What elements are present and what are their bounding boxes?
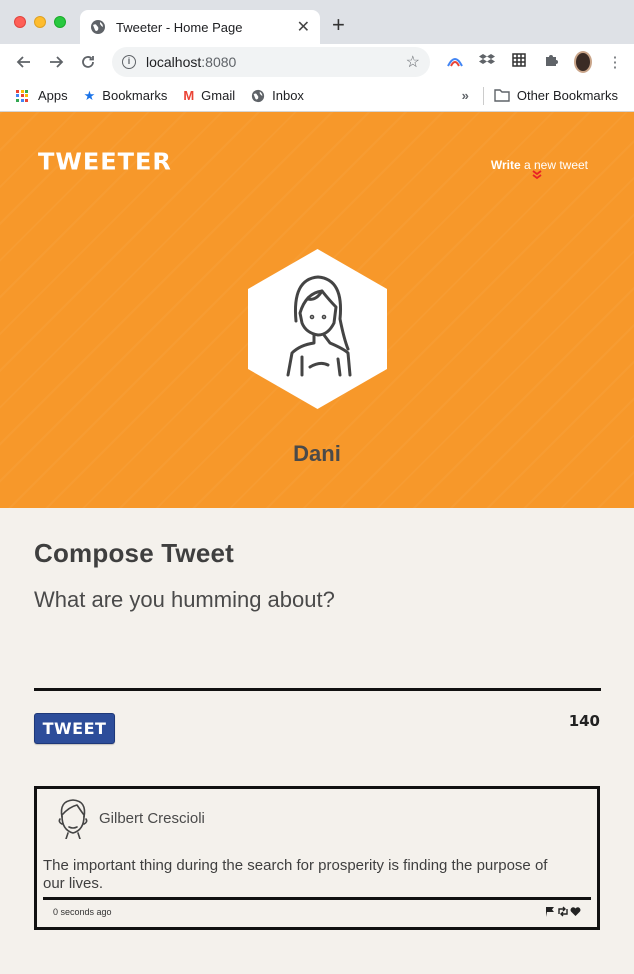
extensions-area: ⋮: [446, 51, 624, 73]
bookmark-label: Inbox: [272, 88, 304, 103]
folder-icon: [494, 89, 510, 102]
user-avatar: [58, 799, 88, 839]
info-icon[interactable]: i: [122, 55, 136, 69]
other-bookmarks-label: Other Bookmarks: [516, 88, 618, 103]
globe-icon: [252, 89, 265, 102]
address-bar[interactable]: i localhost:8080 ☆: [112, 47, 430, 77]
profile-avatar[interactable]: [574, 51, 592, 73]
tweet-textarea[interactable]: [34, 587, 601, 691]
flag-icon[interactable]: [545, 906, 556, 917]
tweet-actions: [545, 906, 581, 917]
bookmarks-right: » Other Bookmarks: [462, 86, 618, 105]
write-new-tweet-link[interactable]: Write a new tweet: [490, 158, 588, 180]
character-counter: 140: [568, 711, 600, 730]
app-logo[interactable]: TWEETER: [38, 149, 172, 176]
bookmarks-bar: Apps ★ Bookmarks M Gmail Inbox » Other B…: [0, 80, 634, 112]
hero-header: TWEETER Write a new tweet Dani: [0, 112, 634, 508]
minimize-window-button[interactable]: [34, 16, 46, 28]
bookmark-label: Apps: [38, 88, 68, 103]
tweet-author: Gilbert Crescioli: [99, 809, 205, 827]
double-chevron-down-icon: [532, 170, 542, 180]
bookmark-apps[interactable]: Apps: [16, 88, 68, 103]
arrow-right-icon: [50, 56, 64, 68]
arrow-left-icon: [16, 56, 30, 68]
heart-icon[interactable]: [570, 906, 581, 917]
browser-tab-strip: Tweeter - Home Page ✕ +: [0, 0, 634, 44]
gmail-icon: M: [183, 88, 195, 103]
close-tab-icon[interactable]: ✕: [297, 17, 310, 37]
back-button[interactable]: [10, 48, 38, 76]
tweet-content: The important thing during the search fo…: [43, 857, 548, 892]
reload-icon: [82, 56, 94, 68]
forward-button[interactable]: [42, 48, 70, 76]
maximize-window-button[interactable]: [54, 16, 66, 28]
close-window-button[interactable]: [14, 16, 26, 28]
star-icon: ★: [83, 87, 96, 103]
write-rest-label: a new tweet: [520, 158, 588, 172]
compose-actions: TWEET 140: [34, 711, 600, 744]
reload-button[interactable]: [74, 48, 102, 76]
tweet-timestamp: 0 seconds ago: [53, 906, 112, 917]
bookmark-label: Gmail: [201, 88, 236, 103]
compose-section: Compose Tweet TWEET 140: [0, 508, 634, 744]
compose-title: Compose Tweet: [34, 538, 235, 568]
write-bold-label: Write: [490, 158, 521, 172]
tweet-card: Gilbert Crescioli The important thing du…: [34, 786, 600, 930]
tweet-header: Gilbert Crescioli: [53, 797, 591, 839]
grid-extension-icon[interactable]: [510, 53, 528, 71]
window-controls: [14, 16, 66, 28]
bookmark-bookmarks[interactable]: ★ Bookmarks: [84, 88, 168, 104]
retweet-icon[interactable]: [557, 906, 569, 917]
tab-title: Tweeter - Home Page: [116, 19, 243, 35]
tweet-button[interactable]: TWEET: [34, 713, 115, 744]
kebab-menu-icon[interactable]: ⋮: [606, 53, 624, 71]
url-host: localhost: [146, 54, 202, 70]
globe-icon: [91, 20, 105, 34]
browser-tab[interactable]: Tweeter - Home Page ✕: [80, 10, 320, 44]
profile-name: Dani: [293, 441, 341, 466]
profile-avatar: [248, 249, 387, 409]
apps-grid-icon: [16, 89, 28, 102]
dropbox-icon[interactable]: [478, 53, 496, 71]
other-bookmarks[interactable]: Other Bookmarks: [494, 88, 618, 103]
divider: [482, 86, 484, 105]
browser-toolbar: i localhost:8080 ☆ ⋮: [0, 44, 634, 80]
tweet-footer: 0 seconds ago: [43, 900, 591, 917]
bookmark-gmail[interactable]: M Gmail: [183, 88, 235, 103]
puzzle-extensions-icon[interactable]: [542, 53, 560, 71]
bookmark-label: Bookmarks: [102, 88, 168, 103]
bookmark-star-icon[interactable]: ☆: [406, 52, 420, 72]
bookmarks-overflow-button[interactable]: »: [462, 88, 469, 103]
new-tab-button[interactable]: +: [332, 14, 345, 36]
url-port: :8080: [201, 54, 237, 70]
rainbow-extension-icon[interactable]: [446, 54, 464, 71]
bookmark-inbox[interactable]: Inbox: [251, 88, 304, 103]
